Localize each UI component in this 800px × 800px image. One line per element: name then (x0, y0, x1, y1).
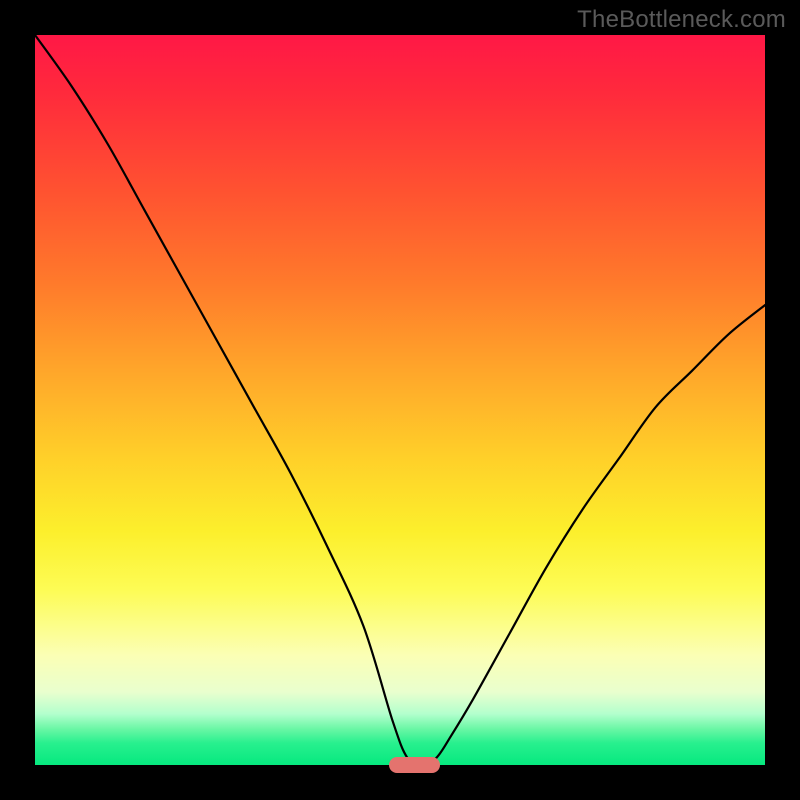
optimal-range-marker (389, 757, 440, 773)
chart-frame: TheBottleneck.com (0, 0, 800, 800)
plot-area (35, 35, 765, 765)
bottleneck-curve (35, 35, 765, 765)
site-watermark: TheBottleneck.com (577, 6, 786, 34)
